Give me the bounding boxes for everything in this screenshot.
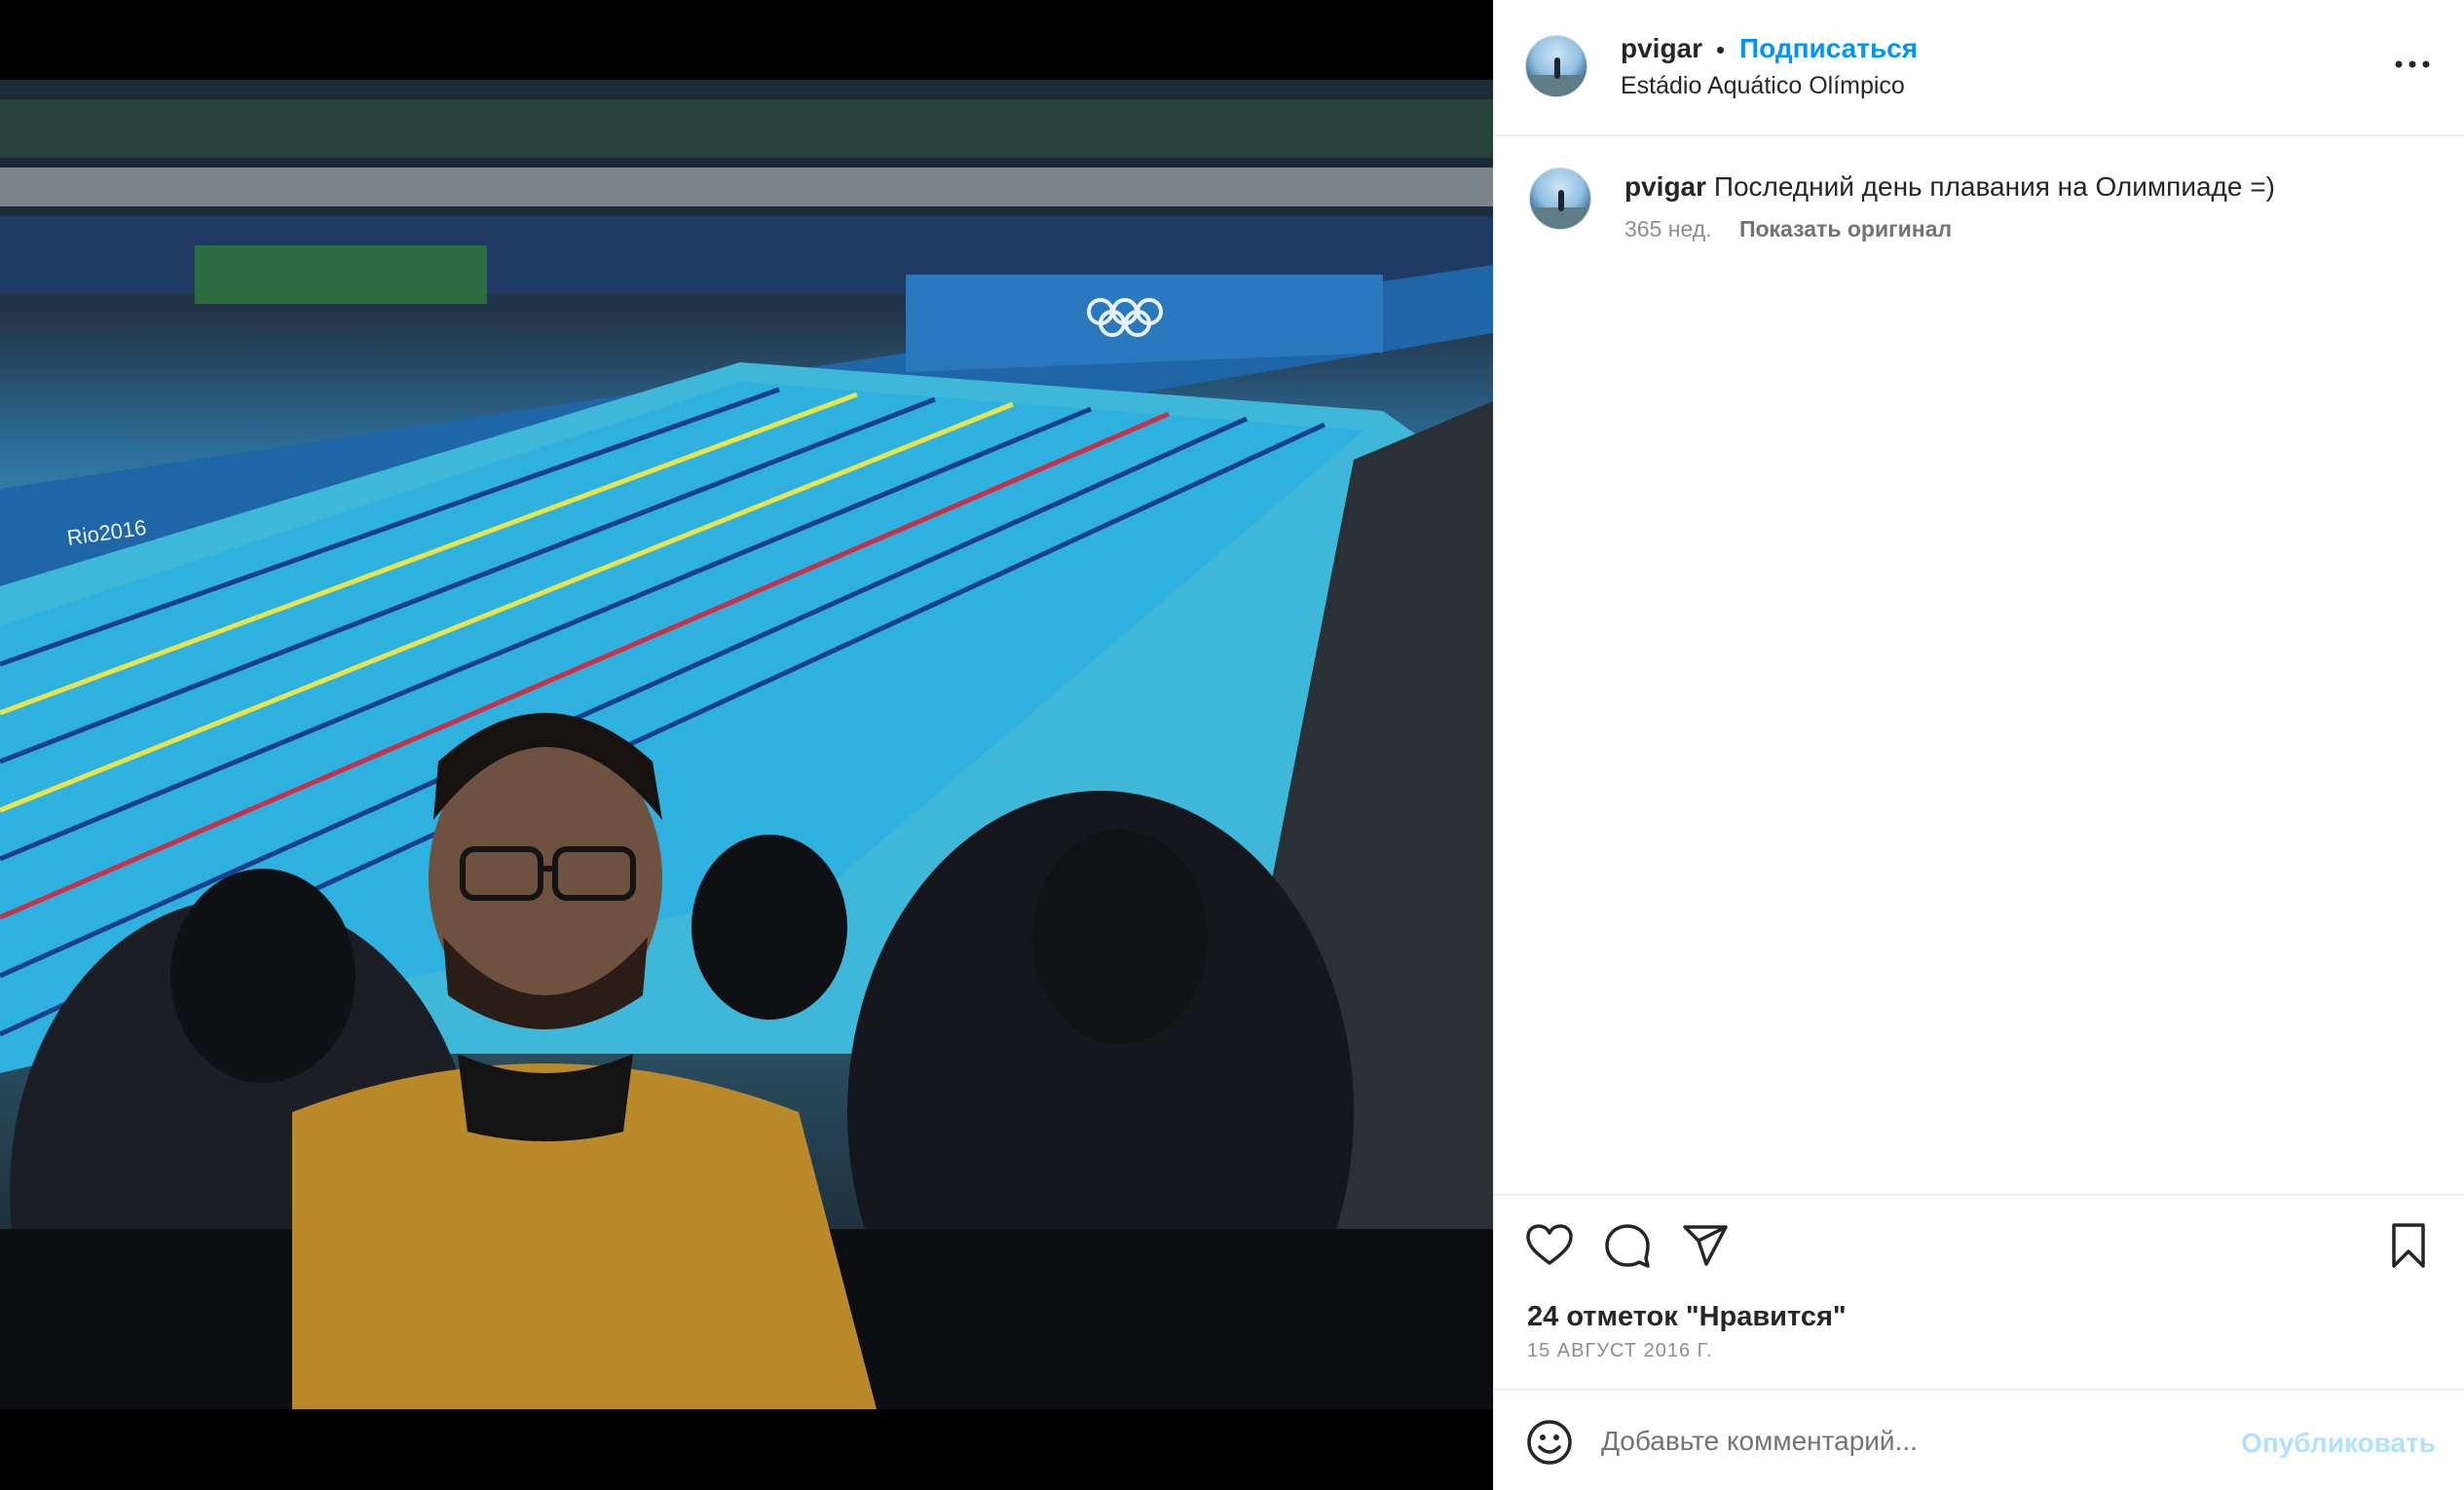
comment-input[interactable] — [1601, 1416, 2205, 1467]
post-date[interactable]: 15 АВГУСТ 2016 Г. — [1527, 1340, 1713, 1362]
author-username[interactable]: pvigar — [1621, 33, 1702, 64]
comment-bubble-icon[interactable] — [1601, 1219, 1654, 1272]
caption-meta: 365 нед. Показать оригинал — [1624, 216, 1952, 242]
smiley-icon[interactable] — [1525, 1418, 1574, 1467]
comment-bar: Опубликовать — [1494, 1389, 2464, 1490]
post-location[interactable]: Estádio Aquático Olímpico — [1621, 72, 1905, 100]
caption-text: Последний день плавания на Олимпиаде =) — [1713, 171, 2275, 202]
post-actions: 24 отметок "Нравится" 15 АВГУСТ 2016 Г. — [1494, 1194, 2464, 1389]
author-avatar[interactable] — [1525, 35, 1587, 97]
header-separator: • — [1716, 35, 1726, 64]
show-original-button[interactable]: Показать оригинал — [1739, 216, 1952, 242]
post-side-panel: pvigar • Подписаться Estádio Aquático Ol… — [1493, 0, 2464, 1490]
more-horizontal-icon[interactable] — [2391, 53, 2434, 76]
send-paper-plane-icon[interactable] — [1679, 1219, 1732, 1272]
pool-selfie-image: Rio2016 — [0, 80, 1493, 1409]
caption-author-avatar[interactable] — [1529, 168, 1591, 230]
post-media[interactable]: Rio2016 — [0, 0, 1493, 1490]
heart-icon[interactable] — [1523, 1219, 1576, 1272]
publish-comment-button[interactable]: Опубликовать — [2241, 1428, 2436, 1459]
follow-button[interactable]: Подписаться — [1739, 33, 1918, 64]
post-header: pvigar • Подписаться Estádio Aquático Ol… — [1494, 0, 2464, 136]
caption-text-line: pvigar Последний день плавания на Олимпи… — [1624, 169, 2275, 205]
caption-age[interactable]: 365 нед. — [1624, 216, 1712, 242]
bookmark-icon[interactable] — [2382, 1219, 2435, 1272]
post-photo[interactable]: Rio2016 — [0, 80, 1493, 1409]
caption-username[interactable]: pvigar — [1624, 171, 1706, 202]
likes-count[interactable]: 24 отметок "Нравится" — [1527, 1301, 1847, 1333]
